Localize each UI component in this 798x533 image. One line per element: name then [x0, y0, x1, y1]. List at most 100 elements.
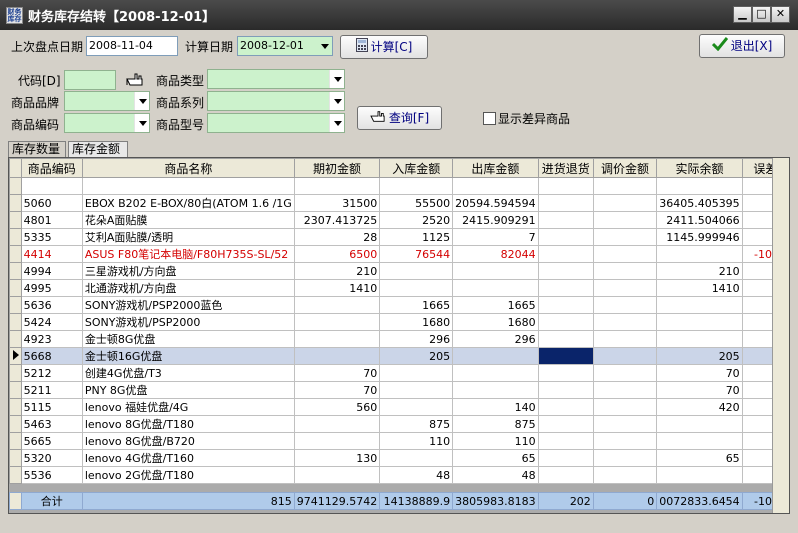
grid-cell[interactable]	[592, 194, 658, 212]
grid-cell[interactable]: 1410	[656, 279, 743, 297]
grid-cell[interactable]: 70	[656, 381, 743, 399]
grid-cell[interactable]	[537, 381, 594, 399]
grid-cell[interactable]: 5211	[20, 381, 83, 399]
row-indicator[interactable]	[9, 466, 22, 484]
model-select[interactable]	[207, 113, 345, 133]
column-header[interactable]: 出库金额	[452, 158, 539, 178]
grid-cell[interactable]	[592, 262, 658, 280]
row-indicator[interactable]	[9, 211, 22, 229]
grid-cell[interactable]: 7	[452, 228, 539, 246]
grid-cell[interactable]	[592, 211, 658, 229]
grid-cell[interactable]: 6500	[293, 245, 381, 263]
maximize-button[interactable]: □	[752, 6, 771, 23]
grid-cell[interactable]: 4923	[20, 330, 83, 348]
grid-cell[interactable]: 296	[379, 330, 454, 348]
grid-cell[interactable]	[537, 449, 594, 467]
grid-cell[interactable]: 55500	[379, 194, 454, 212]
grid-cell[interactable]	[537, 296, 594, 314]
grid-cell[interactable]	[379, 381, 454, 399]
table-row[interactable]: 4414 ASUS F80笔记本电脑/F80H735S-SL/52 6500 7654…	[9, 245, 789, 263]
chevron-down-icon[interactable]	[134, 92, 149, 110]
grid-cell[interactable]	[537, 211, 594, 229]
title-bar[interactable]: 财务库存 财务库存结转【2008-12-01】 ▁ □ ✕	[0, 0, 798, 30]
grid-cell[interactable]: 110	[379, 432, 454, 450]
grid-cell[interactable]: lenovo 8G优盘/T180	[81, 415, 295, 433]
grid-cell[interactable]	[537, 262, 594, 280]
table-row[interactable]: 4923 金士顿8G优盘 296 296	[9, 330, 789, 348]
grid-cell[interactable]: lenovo 福娃优盘/4G	[81, 398, 295, 416]
grid-cell[interactable]	[537, 347, 594, 365]
grid-cell[interactable]	[592, 279, 658, 297]
grid-cell[interactable]: 110	[452, 432, 539, 450]
grid-cell[interactable]: 4801	[20, 211, 83, 229]
grid-cell[interactable]	[293, 415, 381, 433]
chevron-down-icon[interactable]	[321, 44, 329, 49]
column-header[interactable]: 调价金额	[592, 158, 658, 178]
filter-cell[interactable]	[379, 177, 454, 195]
row-indicator[interactable]	[9, 245, 22, 263]
grid-cell[interactable]: 210	[656, 262, 743, 280]
grid-cell[interactable]	[293, 330, 381, 348]
grid-cell[interactable]	[293, 347, 381, 365]
tab-quantity[interactable]: 库存数量	[8, 141, 66, 157]
grid-cell[interactable]	[537, 466, 594, 484]
grid-cell[interactable]	[592, 228, 658, 246]
table-row[interactable]: 5212 创建4G优盘/T3 70 70	[9, 364, 789, 382]
grid-cell[interactable]: 205	[379, 347, 454, 365]
column-header[interactable]: 进货退货	[537, 158, 594, 178]
grid-cell[interactable]	[537, 194, 594, 212]
row-indicator[interactable]	[9, 432, 22, 450]
grid-cell[interactable]	[537, 398, 594, 416]
grid-cell[interactable]	[452, 262, 539, 280]
row-indicator[interactable]	[9, 347, 22, 365]
grid-cell[interactable]: 48	[452, 466, 539, 484]
grid-cell[interactable]: 1680	[452, 313, 539, 331]
grid-cell[interactable]	[592, 398, 658, 416]
grid-cell[interactable]	[293, 466, 381, 484]
grid-cell[interactable]: 36405.405395	[656, 194, 743, 212]
table-row[interactable]: 5211 PNY 8G优盘 70 70	[9, 381, 789, 399]
calculate-button[interactable]: 计算[C]	[340, 35, 428, 59]
table-row[interactable]: 5424 SONY游戏机/PSP2000 1680 1680	[9, 313, 789, 331]
tab-amount[interactable]: 库存金额	[68, 141, 128, 157]
table-row[interactable]: 5115 lenovo 福娃优盘/4G 560 140 420	[9, 398, 789, 416]
grid-cell[interactable]: 5335	[20, 228, 83, 246]
grid-cell[interactable]: 560	[293, 398, 381, 416]
filter-cell[interactable]	[592, 177, 658, 195]
grid-cell[interactable]	[293, 313, 381, 331]
grid-cell[interactable]: 1665	[452, 296, 539, 314]
grid-cell[interactable]: 金士顿16G优盘	[81, 347, 295, 365]
filter-cell[interactable]	[20, 177, 83, 195]
grid-cell[interactable]	[379, 364, 454, 382]
grid-cell[interactable]: 65	[452, 449, 539, 467]
table-row[interactable]: 5335艾利A面贴膜/透明28112571145.9999460	[9, 228, 789, 246]
grid-cell[interactable]: 花朵A面贴膜	[81, 211, 295, 229]
grid-cell[interactable]	[537, 279, 594, 297]
row-indicator[interactable]	[9, 364, 22, 382]
grid-cell[interactable]: 296	[452, 330, 539, 348]
grid-cell[interactable]	[592, 432, 658, 450]
grid-cell[interactable]: 2307.413725	[293, 211, 381, 229]
grid-cell[interactable]: 5463	[20, 415, 83, 433]
row-indicator[interactable]	[9, 194, 22, 212]
grid-cell[interactable]: 70	[293, 364, 381, 382]
grid-cell[interactable]	[537, 432, 594, 450]
grid-cell[interactable]: 5536	[20, 466, 83, 484]
grid-cell[interactable]: 4995	[20, 279, 83, 297]
inventory-grid[interactable]: 商品编码 商品名称 期初金额 入库金额 出库金额 进货退货 调价金额 实际余额 误差 5060 E…	[8, 157, 790, 514]
grid-cell[interactable]: 31500	[293, 194, 381, 212]
column-header[interactable]: 商品名称	[81, 158, 295, 178]
grid-cell[interactable]: 48	[379, 466, 454, 484]
table-row[interactable]: 5060 EBOX B202 E-BOX/80白(ATOM 1.6 /1G 3150…	[9, 194, 789, 212]
code-input[interactable]	[64, 70, 116, 90]
grid-cell[interactable]	[379, 262, 454, 280]
row-indicator[interactable]	[9, 381, 22, 399]
chevron-down-icon[interactable]	[329, 114, 344, 132]
chevron-down-icon[interactable]	[329, 70, 344, 88]
grid-cell[interactable]	[537, 330, 594, 348]
grid-cell[interactable]: 5212	[20, 364, 83, 382]
grid-cell[interactable]: 1410	[293, 279, 381, 297]
grid-cell[interactable]	[452, 279, 539, 297]
grid-cell[interactable]	[592, 415, 658, 433]
show-diff-checkbox[interactable]	[483, 112, 496, 125]
